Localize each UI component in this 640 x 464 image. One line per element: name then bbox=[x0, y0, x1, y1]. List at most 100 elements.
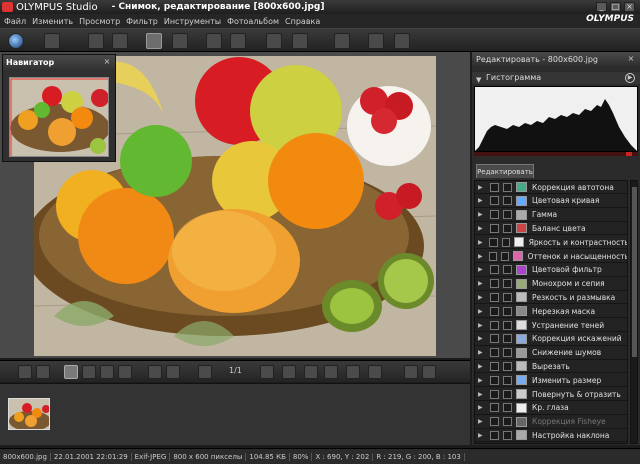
expand-arrow-icon[interactable]: ▶ bbox=[478, 391, 484, 398]
expand-arrow-icon[interactable]: ▶ bbox=[478, 377, 484, 384]
preview-checkbox[interactable] bbox=[503, 375, 512, 385]
edit-tool-row[interactable]: ▶ Нерезкая маска bbox=[475, 305, 627, 319]
rotate-left-icon[interactable] bbox=[206, 33, 222, 49]
thumbnail-view-icon[interactable] bbox=[36, 365, 50, 379]
minimize-button[interactable]: _ bbox=[596, 2, 607, 12]
select-icon[interactable] bbox=[166, 365, 180, 379]
edit-tool-row[interactable]: ▶ Коррекция автотона bbox=[475, 181, 627, 194]
preview-checkbox[interactable] bbox=[503, 182, 512, 192]
preview-checkbox[interactable] bbox=[503, 223, 512, 233]
preview-checkbox[interactable] bbox=[503, 334, 512, 344]
next-page-icon[interactable] bbox=[260, 365, 274, 379]
edit-tool-row[interactable]: ▶ Цветовой фильтр bbox=[475, 264, 627, 277]
preview-checkbox[interactable] bbox=[503, 210, 512, 220]
highlight-icon[interactable] bbox=[404, 365, 418, 379]
print-icon[interactable] bbox=[266, 33, 282, 49]
edit-tool-row[interactable]: ▶ Яркость и контрастность bbox=[475, 236, 627, 250]
expand-arrow-icon[interactable]: ▶ bbox=[478, 239, 483, 246]
enable-checkbox[interactable] bbox=[490, 403, 499, 413]
enable-checkbox[interactable] bbox=[490, 430, 499, 440]
expand-arrow-icon[interactable]: ▶ bbox=[478, 322, 484, 329]
frame-icon[interactable] bbox=[346, 365, 360, 379]
preview-checkbox[interactable] bbox=[501, 237, 510, 247]
preview-checkbox[interactable] bbox=[503, 389, 512, 399]
edit-tool-row[interactable]: ▶ Коррекция искажений bbox=[475, 333, 627, 346]
histogram-header[interactable]: ▼ Гистограмма ▶ bbox=[472, 72, 640, 84]
menu-file[interactable]: Файл bbox=[4, 17, 26, 26]
help-icon[interactable] bbox=[394, 33, 410, 49]
enable-checkbox[interactable] bbox=[490, 361, 499, 371]
expand-arrow-icon[interactable]: ▶ bbox=[478, 308, 484, 315]
view-fit-icon[interactable] bbox=[172, 33, 188, 49]
tool-list-scrollbar[interactable] bbox=[630, 180, 638, 444]
enable-checkbox[interactable] bbox=[490, 210, 499, 220]
edit-tool-row[interactable]: ▶ Снижение шумов bbox=[475, 347, 627, 360]
edit-tool-row[interactable]: ▶ Коррекция Fisheye bbox=[475, 416, 627, 429]
edit-panel-close-icon[interactable]: × bbox=[626, 54, 636, 64]
save-icon[interactable] bbox=[44, 33, 60, 49]
preview-checkbox[interactable] bbox=[503, 417, 512, 427]
edit-tool-row[interactable]: ▶ Изменить размер bbox=[475, 374, 627, 388]
grid-icon[interactable] bbox=[368, 365, 382, 379]
enable-checkbox[interactable] bbox=[490, 306, 499, 316]
preview-checkbox[interactable] bbox=[503, 196, 512, 206]
expand-arrow-icon[interactable]: ▶ bbox=[478, 432, 484, 439]
preview-checkbox[interactable] bbox=[503, 430, 512, 440]
view-single-icon[interactable] bbox=[146, 33, 162, 49]
preview-checkbox[interactable] bbox=[503, 279, 512, 289]
maximize-button[interactable]: □ bbox=[610, 2, 621, 12]
edit-tool-row[interactable]: ▶ Вырезать bbox=[475, 360, 627, 374]
edit-tool-row[interactable]: ▶ Резкость и размывка bbox=[475, 291, 627, 305]
expand-arrow-icon[interactable]: ▶ bbox=[478, 184, 484, 191]
zoom-out-icon[interactable] bbox=[82, 365, 96, 379]
info-icon[interactable] bbox=[368, 33, 384, 49]
enable-checkbox[interactable] bbox=[490, 182, 499, 192]
menu-edit[interactable]: Изменить bbox=[32, 17, 73, 26]
expand-arrow-icon[interactable]: ▶ bbox=[478, 197, 484, 204]
scrollbar-thumb[interactable] bbox=[632, 187, 637, 357]
preview-checkbox[interactable] bbox=[503, 403, 512, 413]
enable-checkbox[interactable] bbox=[490, 320, 499, 330]
edit-tool-row[interactable]: ▶ Баланс цвета bbox=[475, 222, 627, 236]
edit-tool-row[interactable]: ▶ Цветовая кривая bbox=[475, 195, 627, 208]
edit-tool-row[interactable]: ▶ Кр. глаза bbox=[475, 402, 627, 415]
menu-filter[interactable]: Фильтр bbox=[126, 17, 158, 26]
preview-checkbox[interactable] bbox=[503, 306, 512, 316]
add-blue-icon[interactable] bbox=[324, 365, 338, 379]
preview-checkbox[interactable] bbox=[503, 348, 512, 358]
redo-icon[interactable] bbox=[112, 33, 128, 49]
undo-icon[interactable] bbox=[88, 33, 104, 49]
globe-icon[interactable] bbox=[8, 33, 24, 49]
enable-checkbox[interactable] bbox=[490, 417, 499, 427]
preview-checkbox[interactable] bbox=[503, 292, 512, 302]
expand-arrow-icon[interactable]: ▶ bbox=[478, 349, 484, 356]
enable-checkbox[interactable] bbox=[490, 196, 499, 206]
edit-tool-row[interactable]: ▶ Повернуть & отразить bbox=[475, 388, 627, 401]
expand-arrow-icon[interactable]: ▶ bbox=[478, 404, 484, 411]
preview-checkbox[interactable] bbox=[503, 361, 512, 371]
expand-arrow-icon[interactable]: ▶ bbox=[478, 225, 484, 232]
close-small-icon[interactable] bbox=[118, 365, 132, 379]
preview-checkbox[interactable] bbox=[501, 251, 509, 261]
enable-checkbox[interactable] bbox=[490, 389, 499, 399]
close-button[interactable]: × bbox=[624, 2, 635, 12]
filmstrip-toggle-icon[interactable] bbox=[18, 365, 32, 379]
enable-checkbox[interactable] bbox=[490, 279, 499, 289]
filmstrip-thumbnail[interactable] bbox=[8, 398, 50, 430]
zoom-icon[interactable] bbox=[64, 365, 78, 379]
add-red-icon[interactable] bbox=[282, 365, 296, 379]
add-yellow-icon[interactable] bbox=[304, 365, 318, 379]
menu-view[interactable]: Просмотр bbox=[79, 17, 120, 26]
play-icon[interactable]: ▶ bbox=[625, 73, 635, 83]
expand-arrow-icon[interactable]: ▶ bbox=[478, 280, 484, 287]
expand-arrow-icon[interactable]: ▶ bbox=[478, 211, 484, 218]
preview-checkbox[interactable] bbox=[503, 265, 512, 275]
rotate-right-icon[interactable] bbox=[230, 33, 246, 49]
menu-tools[interactable]: Инструменты bbox=[164, 17, 221, 26]
expand-arrow-icon[interactable]: ▶ bbox=[478, 418, 484, 425]
crop-icon[interactable] bbox=[148, 365, 162, 379]
expand-arrow-icon[interactable]: ▶ bbox=[478, 363, 484, 370]
edit-tool-row[interactable]: ▶ Оттенок и насыщенность bbox=[475, 250, 627, 263]
tab-edit[interactable]: Редактировать bbox=[476, 164, 534, 178]
enable-checkbox[interactable] bbox=[490, 334, 499, 344]
